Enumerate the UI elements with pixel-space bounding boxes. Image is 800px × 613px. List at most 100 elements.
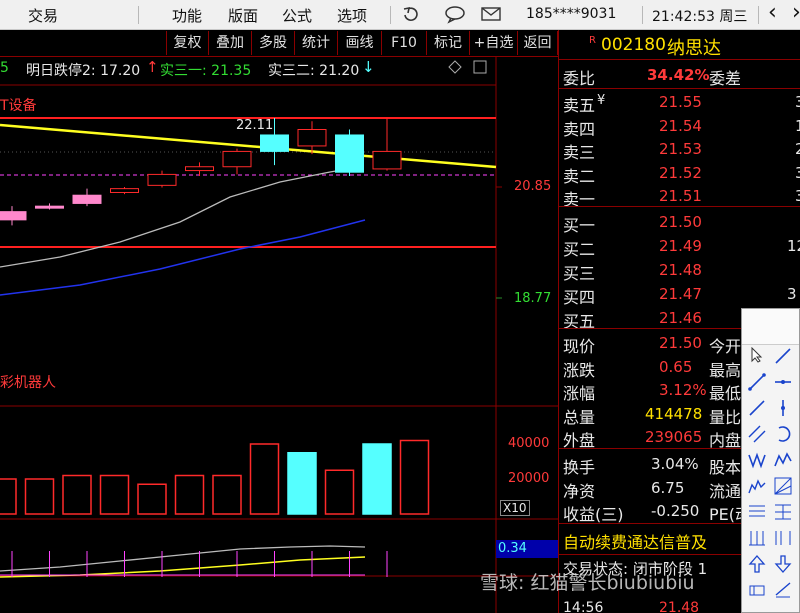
candle-body[interactable]	[185, 166, 214, 172]
ma2-arrow: ↓	[362, 58, 375, 76]
ray-tool-icon[interactable]	[746, 399, 768, 421]
stat-right-label: 量比	[709, 407, 742, 427]
limit-down-arrow: ↑	[146, 58, 159, 76]
stat-value: 3.04%	[651, 455, 699, 473]
message-icon[interactable]	[444, 4, 466, 28]
candle-body[interactable]	[260, 134, 289, 152]
account-label[interactable]: 185****9031	[526, 6, 616, 22]
volume-tick: 40000	[508, 436, 550, 451]
return-button[interactable]: 返回	[517, 31, 558, 55]
percent-tool-icon[interactable]	[772, 503, 794, 525]
buy-qty: 3	[787, 285, 797, 303]
volume-bar	[212, 474, 242, 515]
volume-bar	[174, 474, 205, 515]
menu-separator	[642, 6, 643, 24]
candle-body[interactable]	[72, 194, 102, 204]
add-watchlist-button[interactable]: +自选	[469, 31, 517, 55]
multi-stock-button[interactable]: 多股	[251, 31, 294, 55]
draw-line-button[interactable]: 画线	[337, 31, 381, 55]
mail-icon[interactable]	[480, 5, 502, 27]
stat-label: 涨幅	[563, 384, 596, 403]
menu-layout[interactable]: 版面	[228, 5, 258, 26]
eraser-tool-icon[interactable]	[746, 581, 768, 603]
stock-code: 002180	[601, 35, 666, 55]
volume-bar	[249, 443, 280, 515]
candle-body[interactable]	[110, 188, 139, 193]
gann-tool-icon[interactable]	[772, 477, 794, 499]
news-ticker[interactable]: 自动续费通达信普及	[563, 529, 707, 553]
candle-body[interactable]	[35, 205, 64, 209]
zigzag-tool-icon[interactable]	[772, 451, 794, 473]
buy-level-label: 买四	[563, 288, 596, 307]
high-annotation: 22.11	[236, 118, 274, 133]
stat-label: 换手	[563, 458, 596, 477]
menu-function[interactable]: 功能	[172, 5, 202, 26]
watermark: 雪球: 红猫警长biubiubiu	[480, 572, 695, 594]
candle-body[interactable]	[222, 150, 252, 168]
hline-tool-icon[interactable]	[772, 373, 794, 395]
stat-label: 收益(三)	[563, 505, 624, 524]
restore-rights-button[interactable]: 复权	[166, 31, 208, 55]
candle-body[interactable]	[297, 129, 327, 147]
sell-price: 21.54	[659, 116, 702, 135]
segment-tool-icon[interactable]	[746, 373, 768, 395]
buy-qty: 12	[787, 237, 800, 255]
down-arrow-tool-icon[interactable]	[772, 555, 794, 577]
sell-level-label: 卖三	[563, 143, 596, 162]
channel-tool-icon[interactable]	[746, 425, 768, 447]
overlay-button[interactable]: 叠加	[208, 31, 251, 55]
toolbox-header[interactable]	[742, 309, 799, 345]
mark-button[interactable]: 标记	[426, 31, 469, 55]
text-tool-icon[interactable]	[772, 581, 794, 603]
divider	[559, 88, 800, 89]
code-marker: R	[589, 35, 596, 46]
menu-options[interactable]: 选项	[337, 5, 367, 26]
menu-separator	[390, 6, 391, 24]
buy-price: 21.49	[659, 237, 702, 255]
candle-body[interactable]	[372, 150, 402, 170]
back-arrow-icon[interactable]: ‹	[768, 0, 777, 25]
stat-value: -0.250	[651, 502, 700, 520]
vline-tool-icon[interactable]	[772, 399, 794, 421]
cursor-icon[interactable]	[746, 346, 768, 369]
fib-tool-icon[interactable]	[746, 503, 768, 525]
volume-bar	[99, 474, 130, 515]
trade-menu[interactable]: 交易	[28, 5, 58, 26]
stat-value: 239065	[645, 428, 703, 446]
arc-tool-icon[interactable]	[772, 425, 794, 447]
forward-arrow-icon[interactable]: ›	[792, 0, 800, 25]
volume-multiplier[interactable]: X10	[500, 500, 530, 516]
wave-tool-icon[interactable]	[746, 451, 768, 473]
time-tool-icon[interactable]	[772, 529, 794, 551]
buy-level-label: 买二	[563, 240, 596, 259]
candle-body[interactable]	[147, 173, 177, 186]
kline-chart[interactable]	[0, 57, 558, 613]
stat-right-label: 股本	[709, 458, 742, 477]
buy-price: 21.46	[659, 309, 702, 327]
indicator-ticks	[11, 551, 388, 577]
candle-body[interactable]	[0, 211, 27, 221]
limit-down-label: 明日跌停2: 17.20	[26, 63, 141, 79]
statistics-button[interactable]: 统计	[294, 31, 337, 55]
menu-separator	[758, 6, 759, 24]
f10-button[interactable]: F10	[381, 31, 426, 55]
ma2-label: 实三二: 21.20	[268, 63, 360, 79]
menu-separator	[138, 6, 139, 24]
buy-price: 21.48	[659, 261, 702, 279]
volume-bar	[362, 443, 392, 515]
price-tick: 20.85	[514, 179, 552, 194]
quote-header: R 002180 纳思达	[558, 30, 800, 60]
tick-time: 14:56	[563, 600, 604, 613]
stat-right-label: 最高	[709, 360, 742, 380]
drawing-toolbox[interactable]	[741, 308, 800, 613]
menu-formula[interactable]: 公式	[282, 5, 312, 26]
pattern-tool-icon[interactable]	[746, 477, 768, 499]
stat-value: 414478	[645, 404, 703, 423]
cycle-tool-icon[interactable]	[746, 529, 768, 551]
ma1-label: 实三一: 21.35	[160, 63, 252, 79]
line-tool-icon[interactable]	[772, 347, 794, 369]
refresh-icon[interactable]	[400, 3, 422, 29]
candle-body[interactable]	[335, 134, 364, 173]
sell-level-label: 卖二	[563, 166, 596, 186]
up-arrow-tool-icon[interactable]	[746, 555, 768, 577]
